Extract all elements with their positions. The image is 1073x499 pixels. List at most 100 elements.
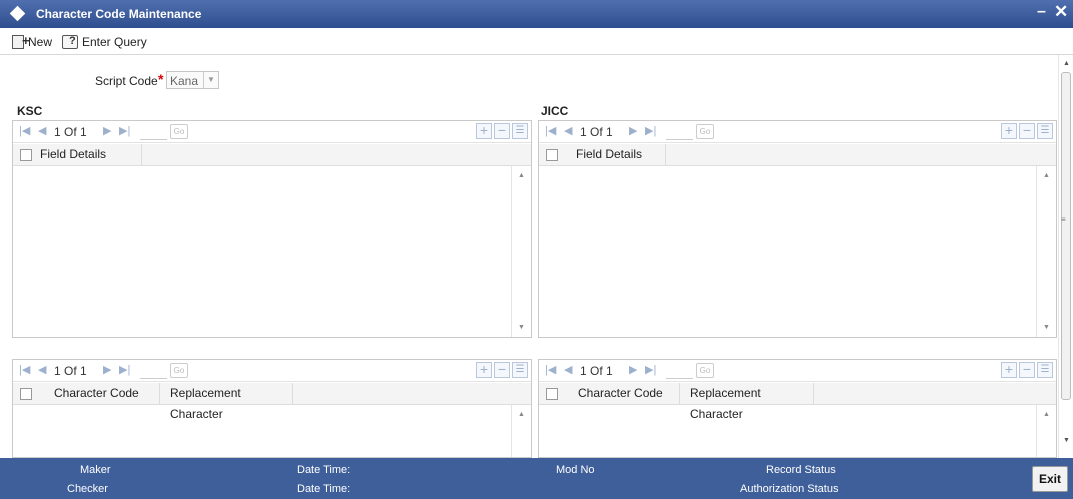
grid-header: Field Details xyxy=(13,144,531,166)
go-button[interactable]: Go xyxy=(696,363,714,378)
character-code-header: Character Code xyxy=(44,383,160,404)
diamond-icon xyxy=(9,5,26,22)
add-row-button[interactable]: + xyxy=(1001,362,1017,378)
field-details-header: Field Details xyxy=(566,144,666,165)
delete-row-button[interactable]: − xyxy=(494,123,510,139)
window-title: Character Code Maintenance xyxy=(36,7,202,21)
replacement-character-header: Replacement Character xyxy=(160,383,293,421)
next-page-icon[interactable]: ▶ xyxy=(629,124,637,137)
grid-scrollbar[interactable]: ▲ ▼ xyxy=(511,166,531,337)
page-indicator: 1 Of 1 xyxy=(580,364,613,378)
authorization-status-label: Authorization Status xyxy=(740,483,839,495)
page-scrollbar[interactable]: ▲ ≡ ▼ xyxy=(1058,55,1073,458)
record-status-label: Record Status xyxy=(766,464,836,476)
scroll-up-icon[interactable]: ▲ xyxy=(1043,172,1050,179)
first-page-icon[interactable]: |◀ xyxy=(19,363,30,376)
grid-header: Character Code Replacement Character xyxy=(539,383,1056,421)
grid-navigation: |◀ ◀ 1 Of 1 ▶ ▶| Go + − ☰ xyxy=(13,360,531,382)
maker-date-time-label: Date Time: xyxy=(297,464,351,476)
page-input[interactable] xyxy=(666,124,693,140)
grid-scrollbar[interactable]: ▲ ▼ xyxy=(1036,166,1056,337)
single-view-button[interactable]: ☰ xyxy=(1037,362,1053,378)
scroll-up-icon[interactable]: ▲ xyxy=(1043,411,1050,418)
next-page-icon[interactable]: ▶ xyxy=(629,363,637,376)
enter-query-label: Enter Query xyxy=(82,35,147,49)
first-page-icon[interactable]: |◀ xyxy=(19,124,30,137)
delete-row-button[interactable]: − xyxy=(1019,362,1035,378)
go-button[interactable]: Go xyxy=(170,124,188,139)
minimize-button[interactable]: – xyxy=(1037,3,1046,21)
scroll-up-icon[interactable]: ▲ xyxy=(1063,60,1070,67)
character-code-header: Character Code xyxy=(568,383,680,404)
prev-page-icon[interactable]: ◀ xyxy=(38,124,46,137)
page-input[interactable] xyxy=(666,363,693,379)
last-page-icon[interactable]: ▶| xyxy=(645,124,656,137)
scroll-up-icon[interactable]: ▲ xyxy=(518,411,525,418)
page-indicator: 1 Of 1 xyxy=(54,364,87,378)
scroll-down-icon[interactable]: ▼ xyxy=(518,324,525,331)
toolbar: New Enter Query xyxy=(0,28,1073,55)
delete-row-button[interactable]: − xyxy=(494,362,510,378)
chevron-down-icon[interactable]: ▼ xyxy=(203,72,218,88)
scroll-thumb[interactable] xyxy=(1061,72,1071,400)
go-button[interactable]: Go xyxy=(170,363,188,378)
page-input[interactable] xyxy=(140,363,167,379)
delete-row-button[interactable]: − xyxy=(1019,123,1035,139)
checker-label: Checker xyxy=(67,483,108,495)
checker-date-time-label: Date Time: xyxy=(297,483,351,495)
page-indicator: 1 Of 1 xyxy=(54,125,87,139)
new-icon xyxy=(12,33,30,49)
select-all-checkbox[interactable] xyxy=(546,388,558,400)
required-indicator: * xyxy=(158,71,164,87)
add-row-button[interactable]: + xyxy=(1001,123,1017,139)
page-input[interactable] xyxy=(140,124,167,140)
prev-page-icon[interactable]: ◀ xyxy=(38,363,46,376)
single-view-button[interactable]: ☰ xyxy=(512,123,528,139)
first-page-icon[interactable]: |◀ xyxy=(545,363,556,376)
scroll-up-icon[interactable]: ▲ xyxy=(518,172,525,179)
close-button[interactable]: ✕ xyxy=(1054,2,1068,22)
replacement-character-header: Replacement Character xyxy=(680,383,814,421)
audit-footer: Maker Checker Date Time: Date Time: Mod … xyxy=(0,458,1073,499)
scroll-down-icon[interactable]: ▼ xyxy=(1063,437,1070,444)
prev-page-icon[interactable]: ◀ xyxy=(564,363,572,376)
mod-no-label: Mod No xyxy=(556,464,595,476)
maker-label: Maker xyxy=(80,464,111,476)
last-page-icon[interactable]: ▶| xyxy=(119,363,130,376)
jicc-character-code-grid: |◀ ◀ 1 Of 1 ▶ ▶| Go + − ☰ Character Code… xyxy=(538,359,1057,458)
title-bar: Character Code Maintenance – ✕ xyxy=(0,0,1073,28)
select-all-checkbox[interactable] xyxy=(20,388,32,400)
section-jicc: JICC xyxy=(541,104,569,118)
scroll-down-icon[interactable]: ▼ xyxy=(1043,324,1050,331)
grid-header: Character Code Replacement Character xyxy=(13,383,531,421)
enter-query-button[interactable]: Enter Query xyxy=(62,34,147,50)
page-indicator: 1 Of 1 xyxy=(580,125,613,139)
grid-navigation: |◀ ◀ 1 Of 1 ▶ ▶| Go + − ☰ xyxy=(13,121,531,143)
first-page-icon[interactable]: |◀ xyxy=(545,124,556,137)
prev-page-icon[interactable]: ◀ xyxy=(564,124,572,137)
ksc-field-details-grid: |◀ ◀ 1 Of 1 ▶ ▶| Go + − ☰ Field Details … xyxy=(12,120,532,338)
field-details-header: Field Details xyxy=(30,144,142,165)
grid-scrollbar[interactable]: ▲ xyxy=(511,405,531,457)
next-page-icon[interactable]: ▶ xyxy=(103,363,111,376)
go-button[interactable]: Go xyxy=(696,124,714,139)
single-view-button[interactable]: ☰ xyxy=(512,362,528,378)
grid-navigation: |◀ ◀ 1 Of 1 ▶ ▶| Go + − ☰ xyxy=(539,121,1056,143)
last-page-icon[interactable]: ▶| xyxy=(119,124,130,137)
grid-header: Field Details xyxy=(539,144,1056,166)
add-row-button[interactable]: + xyxy=(476,123,492,139)
grip-icon: ≡ xyxy=(1061,215,1066,224)
last-page-icon[interactable]: ▶| xyxy=(645,363,656,376)
new-button[interactable]: New xyxy=(12,33,52,50)
section-ksc: KSC xyxy=(17,104,43,118)
single-view-button[interactable]: ☰ xyxy=(1037,123,1053,139)
select-all-checkbox[interactable] xyxy=(546,149,558,161)
exit-button[interactable]: Exit xyxy=(1032,466,1068,492)
ksc-character-code-grid: |◀ ◀ 1 Of 1 ▶ ▶| Go + − ☰ Character Code… xyxy=(12,359,532,458)
add-row-button[interactable]: + xyxy=(476,362,492,378)
grid-scrollbar[interactable]: ▲ xyxy=(1036,405,1056,457)
grid-navigation: |◀ ◀ 1 Of 1 ▶ ▶| Go + − ☰ xyxy=(539,360,1056,382)
next-page-icon[interactable]: ▶ xyxy=(103,124,111,137)
script-code-select[interactable]: Kana ▼ xyxy=(166,71,219,89)
query-icon xyxy=(62,35,78,49)
